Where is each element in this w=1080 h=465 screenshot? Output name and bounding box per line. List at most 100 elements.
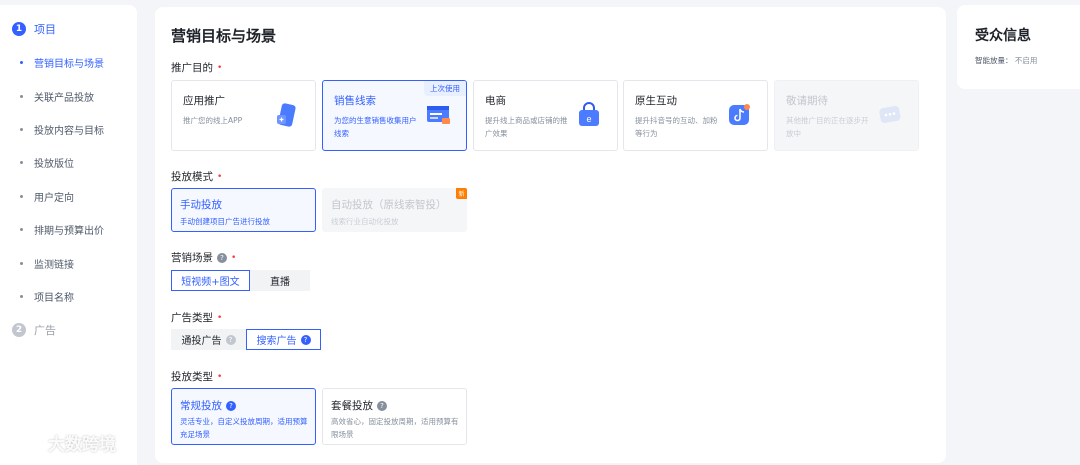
- mode-card-manual[interactable]: 手动投放 手动创建项目广告进行投放: [171, 188, 316, 232]
- delivery-type-label-text: 投放类型: [171, 371, 213, 383]
- mode-card-auto: 新 自动投放（原线索智投） 线索行业自动化投放: [322, 188, 467, 232]
- sidebar-item-tracking-link[interactable]: 监测链接: [20, 256, 74, 271]
- card-title: 电商: [485, 95, 506, 107]
- watermark-text: 大数跨境: [48, 435, 116, 455]
- help-icon[interactable]: ?: [225, 334, 236, 345]
- mode-title: 手动投放: [180, 199, 222, 211]
- step-label-project: 项目: [34, 23, 56, 36]
- delivery-type-regular[interactable]: 常规投放 ? 灵活专业，自定义投放周期，适用预算充足场景: [171, 388, 316, 445]
- sidebar-item-label: 项目名称: [34, 292, 74, 304]
- bullet-dot: [20, 194, 23, 198]
- lead-form-icon: [427, 106, 450, 124]
- shopping-bag-icon: e: [579, 102, 599, 126]
- ad-type-general[interactable]: 通投广告 ?: [171, 329, 246, 350]
- audience-title: 受众信息: [975, 28, 1031, 44]
- bullet-dot: [20, 60, 23, 64]
- card-title: 原生互动: [635, 95, 677, 107]
- sidebar-item-label: 监测链接: [34, 259, 74, 271]
- purpose-card-coming-soon: 敬请期待 其他推广目的正在逐步开放中: [774, 80, 919, 151]
- required-mark: •: [217, 62, 223, 73]
- smart-expansion-label: 智能放量：: [975, 56, 1013, 65]
- help-icon[interactable]: ?: [226, 400, 236, 411]
- bullet-dot: [20, 94, 23, 98]
- watermark: 大数跨境: [8, 430, 116, 455]
- card-desc: 推广您的线上APP: [183, 116, 243, 125]
- help-icon[interactable]: ?: [300, 334, 311, 345]
- mode-label-text: 投放模式: [171, 171, 213, 183]
- required-mark: •: [217, 171, 223, 182]
- mode-desc: 手动创建项目广告进行投放: [180, 217, 270, 226]
- sidebar-item-label: 投放内容与目标: [34, 125, 104, 137]
- sidebar-item-content-goal[interactable]: 投放内容与目标: [20, 122, 104, 137]
- sidebar-item-label: 排期与预算出价: [34, 225, 104, 237]
- card-desc: 提升抖音号的互动、加粉等行为: [635, 116, 718, 138]
- step-project[interactable]: 1 项目: [12, 21, 56, 37]
- step-sidebar: 1 项目 营销目标与场景 关联产品投放 投放内容与目标 投放版位 用户定向 排期…: [0, 5, 137, 465]
- svg-text:e: e: [586, 114, 591, 124]
- sidebar-item-label: 营销目标与场景: [34, 58, 104, 70]
- ad-type-label-text: 广告类型: [171, 312, 213, 324]
- card-desc: 其他推广目的正在逐步开放中: [786, 116, 869, 138]
- segment-label: 搜索广告: [256, 336, 297, 347]
- mode-label: 投放模式 •: [171, 169, 222, 184]
- step-label-ad: 广告: [34, 324, 56, 337]
- sidebar-item-marketing-goal[interactable]: 营销目标与场景: [20, 55, 104, 70]
- card-desc: 提升线上商品或店铺的推广效果: [485, 116, 568, 138]
- segment-label: 短视频+图文: [181, 277, 240, 288]
- smart-expansion-value: 不启用: [1014, 56, 1038, 65]
- chat-bubble-icon: [879, 106, 901, 123]
- sidebar-item-label: 用户定向: [34, 192, 74, 204]
- sidebar-item-label: 关联产品投放: [34, 92, 94, 104]
- bullet-dot: [20, 127, 23, 131]
- sidebar-item-linked-product[interactable]: 关联产品投放: [20, 89, 94, 104]
- ad-type-label: 广告类型 •: [171, 310, 222, 325]
- scene-label-text: 营销场景: [171, 252, 213, 264]
- step-number-1: 1: [12, 22, 26, 36]
- watermark-logo-icon: [10, 433, 40, 449]
- mode-title: 自动投放（原线索智投）: [331, 199, 447, 211]
- main-form-panel: 营销目标与场景 推广目的 • 应用推广 推广您的线上APP 上次使用 销售线索 …: [155, 7, 946, 463]
- type-title: 常规投放 ?: [180, 398, 236, 413]
- card-title: 销售线索: [334, 95, 376, 107]
- page-title: 营销目标与场景: [171, 27, 277, 45]
- segment-label: 直播: [270, 277, 290, 288]
- card-title: 应用推广: [183, 95, 225, 107]
- bullet-dot: [20, 261, 23, 265]
- ad-type-search[interactable]: 搜索广告 ?: [246, 329, 321, 350]
- delivery-type-package[interactable]: 套餐投放 ? 高效省心，固定投放周期，适用预算有限场景: [322, 388, 467, 445]
- douyin-icon: [729, 104, 750, 125]
- sidebar-item-schedule-budget[interactable]: 排期与预算出价: [20, 222, 104, 237]
- sidebar-item-targeting[interactable]: 用户定向: [20, 189, 74, 204]
- purpose-card-ecommerce[interactable]: 电商 提升线上商品或店铺的推广效果 e: [473, 80, 618, 151]
- bullet-dot: [20, 294, 23, 298]
- segment-label: 通投广告: [181, 336, 222, 347]
- sidebar-item-project-name[interactable]: 项目名称: [20, 289, 74, 304]
- bullet-dot: [20, 227, 23, 231]
- sidebar-item-label: 投放版位: [34, 158, 74, 170]
- purpose-card-native-interaction[interactable]: 原生互动 提升抖音号的互动、加粉等行为: [623, 80, 768, 151]
- delivery-type-label: 投放类型 •: [171, 369, 222, 384]
- purpose-card-leads[interactable]: 上次使用 销售线索 为您的生意销售收集用户线索: [322, 80, 467, 151]
- card-title: 敬请期待: [786, 95, 828, 107]
- card-desc: 为您的生意销售收集用户线索: [334, 116, 417, 138]
- type-title-text: 常规投放: [180, 400, 222, 412]
- purpose-label: 推广目的 •: [171, 60, 222, 75]
- type-desc: 灵活专业，自定义投放周期，适用预算充足场景: [180, 417, 308, 439]
- scene-label: 营销场景 ? •: [171, 250, 236, 265]
- scene-option-short-video[interactable]: 短视频+图文: [171, 270, 250, 291]
- help-icon[interactable]: ?: [217, 252, 227, 263]
- phone-icon: [277, 103, 296, 127]
- purpose-card-app[interactable]: 应用推广 推广您的线上APP: [171, 80, 316, 151]
- bullet-dot: [20, 160, 23, 164]
- step-number-2: 2: [12, 323, 26, 337]
- help-icon[interactable]: ?: [377, 400, 387, 411]
- recent-badge: 上次使用: [424, 81, 466, 96]
- purpose-label-text: 推广目的: [171, 62, 213, 74]
- sidebar-item-placement[interactable]: 投放版位: [20, 155, 74, 170]
- required-mark: •: [231, 252, 237, 263]
- required-mark: •: [217, 371, 223, 382]
- audience-panel: 受众信息 智能放量： 不启用: [957, 5, 1080, 89]
- scene-option-live[interactable]: 直播: [250, 270, 310, 291]
- type-title: 套餐投放 ?: [331, 398, 387, 413]
- step-ad[interactable]: 2 广告: [12, 322, 56, 338]
